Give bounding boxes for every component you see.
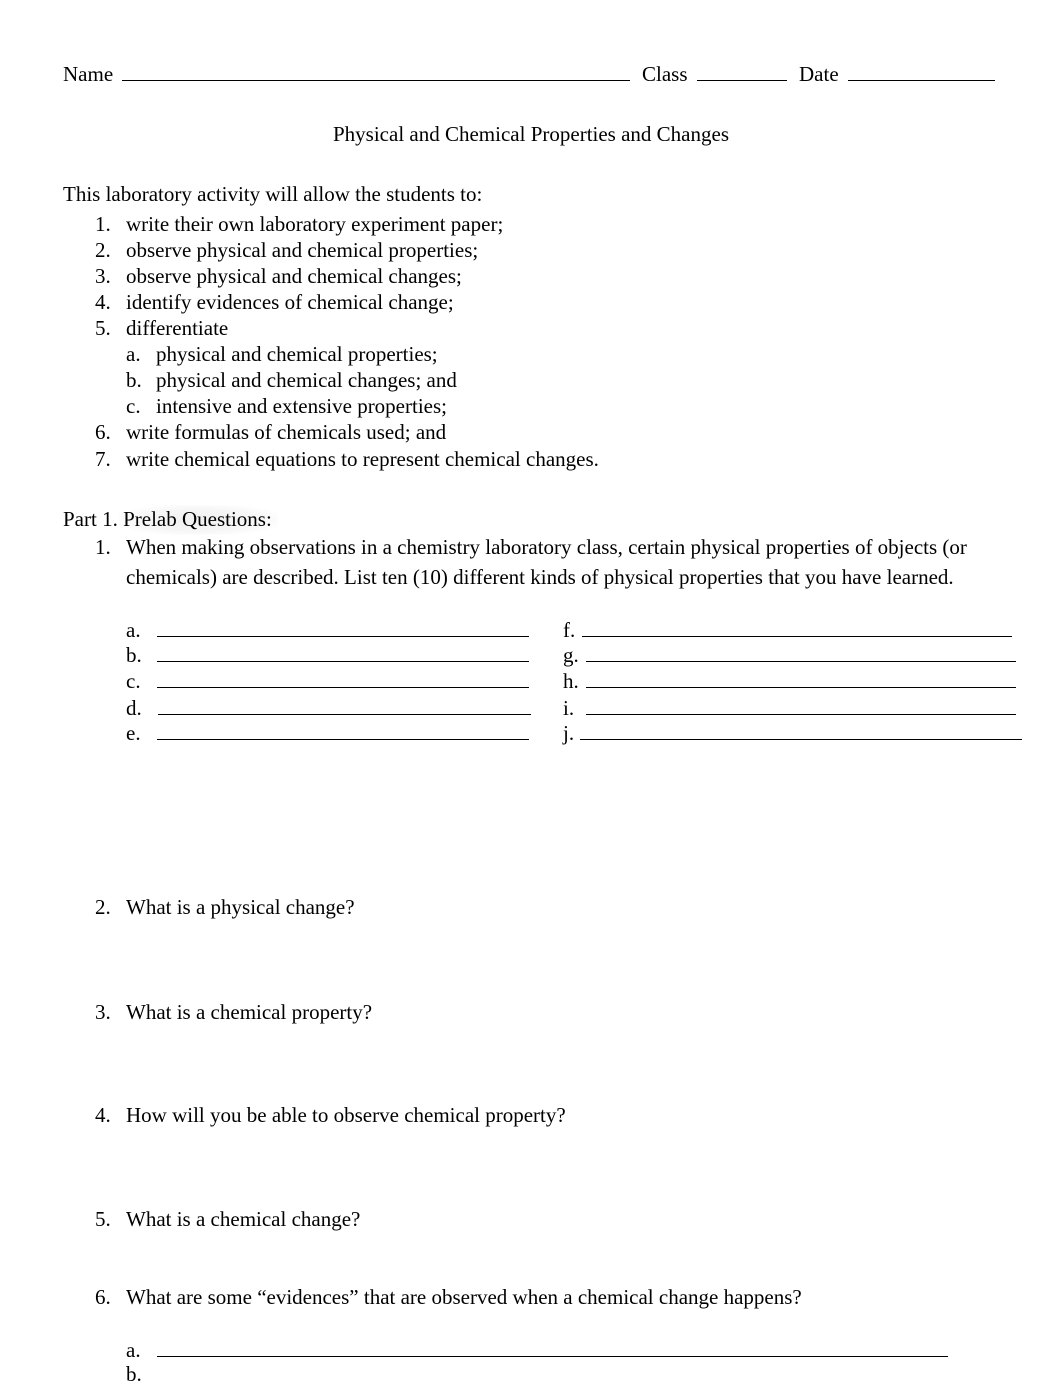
answer-row: a. xyxy=(126,1340,141,1361)
answer-letter: f. xyxy=(563,618,576,642)
question-number: 2. xyxy=(95,895,111,919)
objective-text: observe physical and chemical properties… xyxy=(126,238,479,262)
answer-row: b. xyxy=(126,645,142,666)
question-text: What is a physical change? xyxy=(126,895,355,919)
answer-blank[interactable] xyxy=(586,713,1016,715)
objective-item: 5. xyxy=(95,318,111,339)
answer-blank[interactable] xyxy=(157,635,529,637)
answer-row: a. xyxy=(126,620,141,641)
class-label: Class xyxy=(642,62,688,86)
part1-heading-highlight: Prelab Questions: xyxy=(119,505,278,535)
answer-letter: c. xyxy=(126,669,141,693)
question-number: 5. xyxy=(95,1207,111,1231)
answer-row: c. xyxy=(126,671,141,692)
class-field-row: Class xyxy=(642,64,787,85)
objective-number: 2. xyxy=(95,238,111,262)
class-blank[interactable] xyxy=(696,79,787,81)
answer-blank[interactable] xyxy=(582,635,1012,637)
question-text: What are some “evidences” that are obser… xyxy=(126,1285,802,1309)
objective-number: 1. xyxy=(95,212,111,236)
name-blank[interactable] xyxy=(122,79,631,81)
answer-letter: j. xyxy=(563,721,575,745)
answer-blank[interactable] xyxy=(586,660,1016,662)
objective-text: write formulas of chemicals used; and xyxy=(126,420,447,444)
date-blank[interactable] xyxy=(847,79,995,81)
answer-row: g. xyxy=(563,645,579,666)
objective-number: 6. xyxy=(95,420,111,444)
objective-text: write chemical equations to represent ch… xyxy=(126,447,599,471)
sub-objective-text: physical and chemical properties; xyxy=(156,342,438,366)
objective-item: 7. xyxy=(95,449,111,470)
answer-row: j. xyxy=(563,723,574,744)
objective-item: 2. xyxy=(95,240,111,261)
question-number: 1. xyxy=(95,535,111,559)
sub-objective-letter: b. xyxy=(126,368,142,392)
answer-row: e. xyxy=(126,723,141,744)
date-label: Date xyxy=(799,62,839,86)
objective-text: observe physical and chemical changes; xyxy=(126,264,462,288)
objective-text: differentiate xyxy=(126,316,229,340)
objective-text: write their own laboratory experiment pa… xyxy=(126,212,504,236)
question-number: 3. xyxy=(95,1000,111,1024)
objective-item: 6. xyxy=(95,422,111,443)
answer-row: f. xyxy=(563,620,575,641)
answer-letter: a. xyxy=(126,1338,141,1362)
objective-item: 1. xyxy=(95,214,111,235)
question-text: What is a chemical property? xyxy=(126,1000,373,1024)
answer-blank[interactable] xyxy=(586,686,1016,688)
answer-blank[interactable] xyxy=(157,738,529,740)
answer-row: d. xyxy=(126,698,142,719)
answer-row: i. xyxy=(563,698,574,719)
objective-number: 7. xyxy=(95,447,111,471)
objective-number: 4. xyxy=(95,290,111,314)
answer-letter: e. xyxy=(126,721,141,745)
objective-number: 3. xyxy=(95,264,111,288)
date-field-row: Date xyxy=(799,64,995,85)
sub-objective-text: physical and chemical changes; and xyxy=(156,368,457,392)
part1-heading-prefix: Part 1. xyxy=(63,507,118,531)
sub-objective-letter: c. xyxy=(126,394,141,418)
objective-item: 3. xyxy=(95,266,111,287)
objective-number: 5. xyxy=(95,316,111,340)
name-field-row: Name xyxy=(63,62,631,86)
question-number: 4. xyxy=(95,1103,111,1127)
sub-objective-letter: a. xyxy=(126,342,141,366)
answer-letter: b. xyxy=(126,1362,142,1386)
answer-blank[interactable] xyxy=(158,713,531,715)
answer-letter: b. xyxy=(126,643,142,667)
answer-letter: h. xyxy=(563,669,579,693)
intro-text: This laboratory activity will allow the … xyxy=(63,182,483,206)
question-1-line1: When making observations in a chemistry … xyxy=(126,535,967,559)
sub-objective-text: intensive and extensive properties; xyxy=(156,394,447,418)
question-text: How will you be able to observe chemical… xyxy=(126,1103,566,1127)
name-label: Name xyxy=(63,62,114,86)
question-1-line2: chemicals) are described. List ten (10) … xyxy=(126,565,954,589)
answer-letter: d. xyxy=(126,696,142,720)
answer-blank[interactable] xyxy=(580,738,1022,740)
answer-row: h. xyxy=(563,671,579,692)
answer-blank[interactable] xyxy=(157,686,529,688)
objective-text: identify evidences of chemical change; xyxy=(126,290,454,314)
answer-row: b. xyxy=(126,1364,142,1385)
question-number: 6. xyxy=(95,1285,111,1309)
answer-blank[interactable] xyxy=(157,660,529,662)
question-text: What is a chemical change? xyxy=(126,1207,361,1231)
answer-letter: a. xyxy=(126,618,141,642)
answer-blank[interactable] xyxy=(157,1355,948,1357)
part1-heading: Part 1. Prelab Questions: xyxy=(63,505,278,535)
answer-letter: g. xyxy=(563,643,579,667)
page-title: Physical and Chemical Properties and Cha… xyxy=(333,122,729,146)
objective-item: 4. xyxy=(95,292,111,313)
answer-letter: i. xyxy=(563,696,575,720)
